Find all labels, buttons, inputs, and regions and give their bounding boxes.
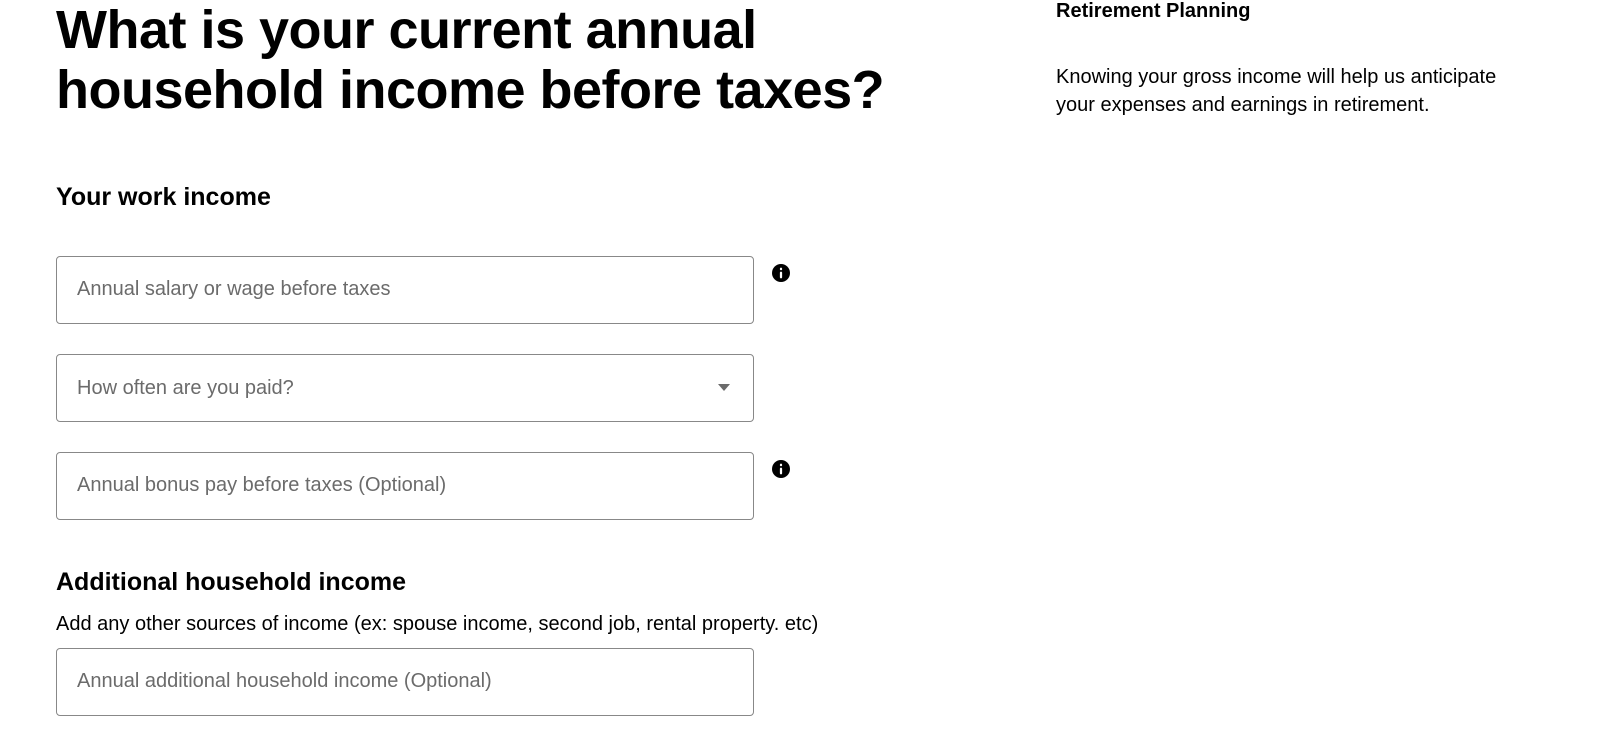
info-icon[interactable] [772, 264, 790, 282]
additional-income-field-row [56, 648, 806, 716]
page-title: What is your current annual household in… [56, 0, 1016, 121]
additional-income-subtext: Add any other sources of income (ex: spo… [56, 613, 1016, 636]
bonus-field-row [56, 452, 806, 520]
sidebar-title: Retirement Planning [1056, 0, 1516, 23]
salary-field-row [56, 256, 806, 324]
sidebar-text: Knowing your gross income will help us a… [1056, 63, 1516, 119]
work-income-heading: Your work income [56, 183, 1016, 212]
additional-income-input[interactable] [56, 648, 754, 716]
pay-frequency-select[interactable]: How often are you paid? [56, 354, 754, 422]
annual-salary-input[interactable] [56, 256, 754, 324]
info-icon[interactable] [772, 460, 790, 478]
additional-income-heading: Additional household income [56, 568, 1016, 597]
pay-frequency-field-row: How often are you paid? [56, 354, 806, 422]
annual-bonus-input[interactable] [56, 452, 754, 520]
